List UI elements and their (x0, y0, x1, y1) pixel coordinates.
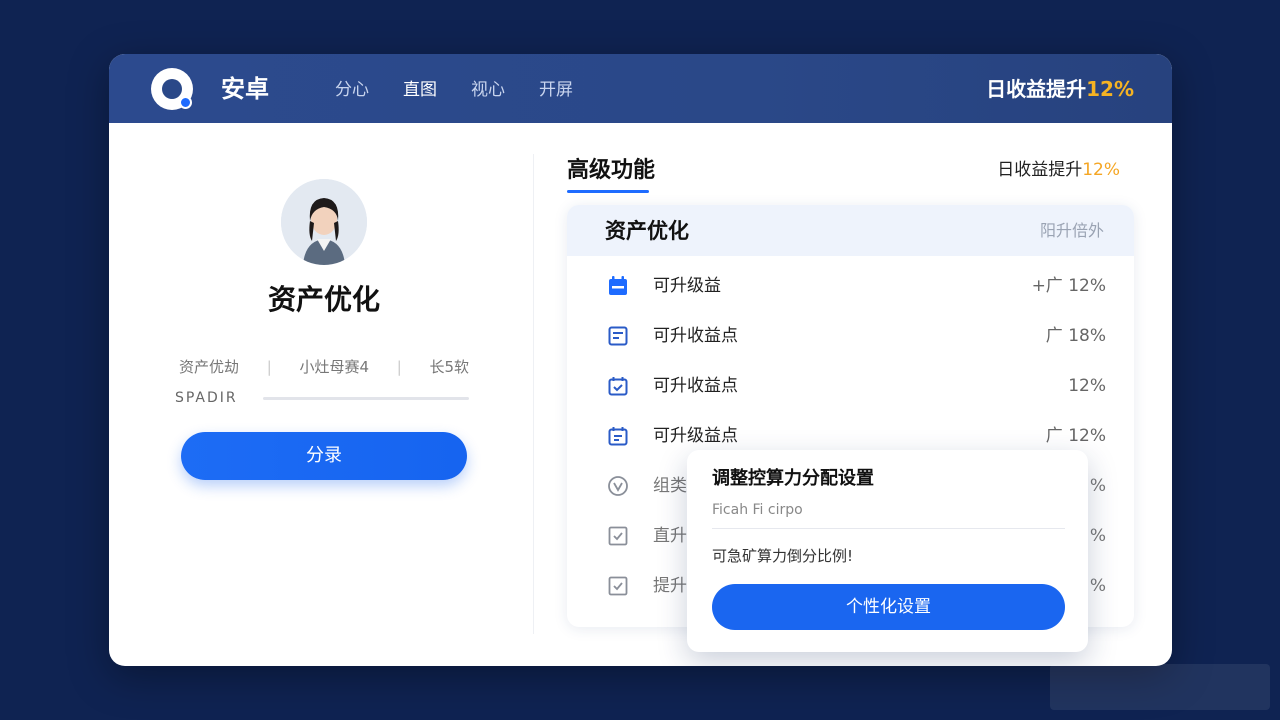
popup-title: 调整控算力分配设置 (712, 468, 874, 489)
calendar-icon (609, 276, 627, 295)
checkbox-icon (608, 526, 628, 546)
section-gain-pct: 12% (1082, 160, 1120, 180)
profile-action-button[interactable]: 分录 (181, 432, 467, 480)
popup-subtitle: Ficah Fi cirpo (712, 502, 803, 518)
feature-row-label: 可升级益 (653, 276, 721, 296)
feature-row-label: 直升 (653, 526, 687, 546)
shield-icon (608, 476, 628, 496)
feature-row-value: 广 12% (1045, 426, 1106, 446)
stat-separator: | (396, 358, 402, 376)
profile-name: 资产优化 (267, 283, 380, 316)
settings-popup: 调整控算力分配设置 Ficah Fi cirpo 可急矿算力倒分比例! 个性化设… (687, 450, 1088, 652)
feature-row-label: 组类 (653, 476, 687, 496)
app-header: 安卓 分心 直图 视心 开屏 日收益提升12% (109, 54, 1172, 123)
feature-row-value: +广 12% (1031, 276, 1106, 296)
feature-list-header: 资产优化 阳升倍外 (567, 205, 1134, 256)
top-nav: 分心 直图 视心 开屏 (335, 78, 607, 102)
panel-divider (533, 154, 534, 634)
header-gain: 日收益提升12% (986, 75, 1134, 103)
feature-row-label: 可升收益点 (653, 326, 738, 346)
popup-divider (712, 528, 1065, 529)
logo-dot (179, 96, 192, 109)
watermark (1050, 664, 1270, 710)
feature-row-label: 可升级益点 (653, 426, 738, 446)
nav-item-4[interactable]: 开屏 (539, 78, 573, 102)
feature-row-label: 可升收益点 (653, 376, 738, 396)
feature-row-value: % (1089, 526, 1106, 546)
feature-row-value: 12% (1068, 376, 1106, 396)
feature-row-label: 提升 (653, 576, 687, 596)
main-card: 安卓 分心 直图 视心 开屏 日收益提升12% 资产优化 资产优劫 | 小灶母赛… (109, 54, 1172, 666)
feature-row[interactable]: 可升收益点 12% (567, 361, 1134, 411)
calendar-edit-icon (608, 427, 628, 446)
checkbox-icon (608, 576, 628, 596)
progress-track (263, 397, 469, 400)
section-title-underline (567, 190, 649, 193)
feature-list-title: 资产优化 (605, 219, 689, 243)
avatar (281, 179, 367, 265)
feature-row-value: % (1089, 476, 1106, 496)
app-logo-icon[interactable] (151, 68, 193, 110)
section-gain-label: 日收益提升 (997, 160, 1083, 180)
stat-3: 长5软 (429, 358, 469, 376)
feature-row[interactable]: 可升级益 +广 12% (567, 261, 1134, 311)
stat-2: 小灶母赛4 (299, 358, 369, 376)
popup-description: 可急矿算力倒分比例! (712, 547, 854, 565)
progress-row: SPADIR (175, 388, 475, 408)
feature-row-value: % (1089, 576, 1106, 596)
brand-name: 安卓 (221, 75, 269, 103)
nav-item-2[interactable]: 直图 (403, 78, 437, 102)
calendar-check-icon (608, 377, 628, 396)
section-gain: 日收益提升12% (997, 158, 1120, 182)
document-icon (608, 326, 628, 346)
header-gain-label: 日收益提升 (986, 77, 1087, 101)
feature-row[interactable]: 可升收益点 广 18% (567, 311, 1134, 361)
stat-separator: | (266, 358, 272, 376)
feature-row-value: 广 18% (1045, 326, 1106, 346)
personalize-settings-button[interactable]: 个性化设置 (712, 584, 1065, 630)
progress-label: SPADIR (175, 390, 238, 406)
nav-item-1[interactable]: 分心 (335, 78, 369, 102)
section-title: 高级功能 (567, 158, 656, 183)
header-gain-pct: 12% (1086, 77, 1134, 101)
nav-item-3[interactable]: 视心 (471, 78, 505, 102)
stat-1: 资产优劫 (179, 358, 240, 376)
feature-list-header-right: 阳升倍外 (1039, 221, 1104, 240)
profile-stats: 资产优劫 | 小灶母赛4 | 长5软 (179, 357, 469, 377)
